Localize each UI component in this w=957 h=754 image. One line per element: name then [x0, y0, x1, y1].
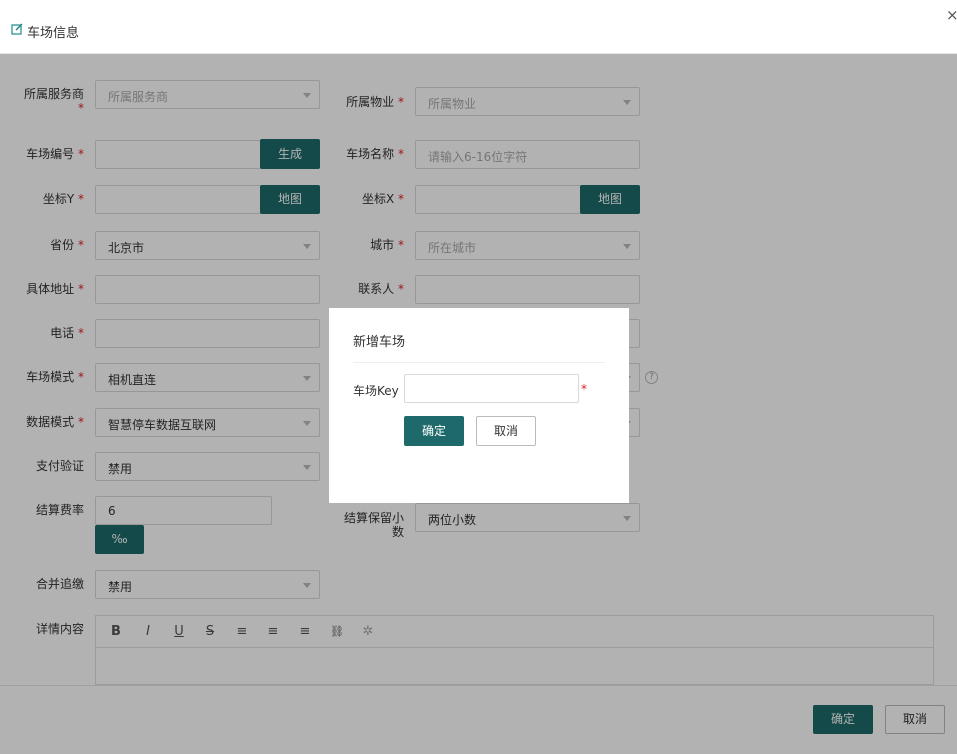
modal-header: 车场信息 × [0, 0, 957, 54]
add-lot-dialog: 新增车场 车场Key * 确定 取消 [329, 308, 629, 503]
dialog-title: 新增车场 [353, 335, 406, 350]
dialog-confirm-button[interactable]: 确定 [404, 416, 464, 446]
dialog-cancel-button[interactable]: 取消 [476, 416, 536, 446]
dialog-divider [353, 362, 605, 363]
lot-key-label: 车场Key [353, 384, 399, 398]
close-icon[interactable]: × [946, 6, 957, 24]
edit-icon [11, 23, 23, 35]
modal-page: 车场信息 × 所属服务商 * 所属服务商 所属物业 * 所属物业 车场编号 * 生… [0, 0, 957, 754]
lot-key-required: * [581, 382, 587, 396]
lot-key-input[interactable] [404, 374, 579, 403]
modal-title: 车场信息 [27, 26, 80, 41]
